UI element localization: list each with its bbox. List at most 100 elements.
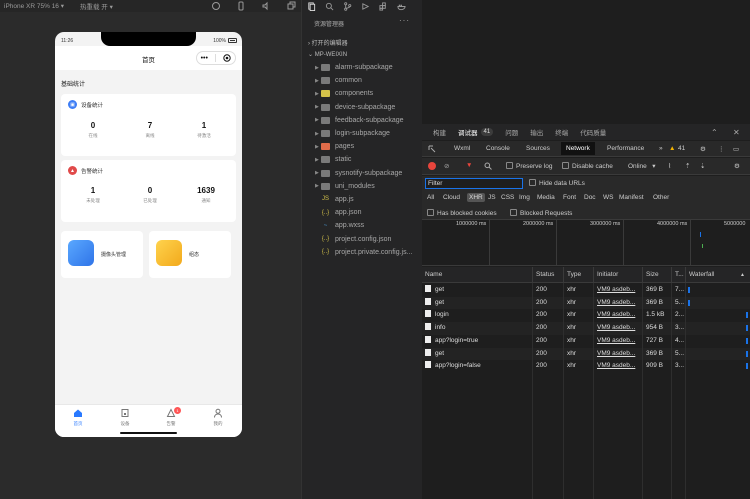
type-other[interactable]: Other bbox=[653, 194, 669, 201]
tab-build[interactable]: 构建 bbox=[433, 127, 446, 137]
open-editors-section[interactable]: › 打开的编辑器 bbox=[308, 38, 348, 47]
table-row[interactable]: app?login=false 200 xhr VM9 asdeb... 909 B 3.… bbox=[422, 360, 750, 373]
file-item[interactable]: ~ app.wxss bbox=[302, 219, 423, 232]
folder-item[interactable]: ▶ login-subpackage bbox=[302, 127, 423, 140]
table-row[interactable]: get 200 xhr VM9 asdeb... 369 B 7... bbox=[422, 284, 750, 297]
tab-console[interactable]: Console bbox=[486, 145, 510, 152]
table-row[interactable]: app?login=true 200 xhr VM9 asdeb... 727 B 4..… bbox=[422, 334, 750, 348]
col-status[interactable]: Status bbox=[533, 267, 564, 283]
type-all[interactable]: All bbox=[427, 194, 434, 201]
tab-device[interactable]: 设备 bbox=[110, 408, 140, 427]
cell-initiator[interactable]: VM9 asdeb... bbox=[594, 334, 643, 348]
has-blocked-cookies-checkbox[interactable]: Has blocked cookies bbox=[427, 209, 497, 217]
blocked-requests-checkbox[interactable]: Blocked Requests bbox=[510, 209, 572, 217]
record-icon[interactable] bbox=[211, 1, 221, 11]
folder-item[interactable]: ▶ common bbox=[302, 74, 423, 87]
tab-sources[interactable]: Sources bbox=[526, 145, 550, 152]
kebab-menu-icon[interactable]: ⋮ bbox=[718, 145, 725, 153]
camera-management-tile[interactable]: 摄像头管理 bbox=[61, 231, 143, 278]
tab-performance[interactable]: Performance bbox=[607, 145, 644, 152]
network-settings-icon[interactable]: ⚙ bbox=[734, 162, 740, 170]
search-icon[interactable] bbox=[325, 2, 334, 11]
hide-data-urls-checkbox[interactable]: Hide data URLs bbox=[529, 179, 585, 187]
tab-output[interactable]: 输出 bbox=[530, 127, 543, 137]
preserve-log-checkbox[interactable]: Preserve log bbox=[506, 162, 553, 170]
cell-initiator[interactable]: VM9 asdeb... bbox=[594, 284, 643, 297]
folder-item[interactable]: ▶ alarm-subpackage bbox=[302, 61, 423, 74]
type-img[interactable]: Img bbox=[519, 194, 530, 201]
type-manifest[interactable]: Manifest bbox=[619, 194, 644, 201]
more-icon[interactable]: ••• bbox=[201, 55, 208, 62]
tab-problems[interactable]: 问题 bbox=[505, 127, 518, 137]
files-icon[interactable] bbox=[307, 1, 316, 11]
hotreload-selector[interactable]: 热重载 开 ▾ bbox=[80, 1, 113, 11]
type-media[interactable]: Media bbox=[537, 194, 555, 201]
tab-wxml[interactable]: Wxml bbox=[454, 145, 470, 152]
cell-initiator[interactable]: VM9 asdeb... bbox=[594, 296, 643, 310]
alarm-stats-card[interactable]: ▲ 告警统计 1 未处理 0 已处理 1639 通知 bbox=[61, 160, 236, 222]
file-item[interactable]: {..} project.private.config.js... bbox=[302, 246, 423, 259]
docker-icon[interactable] bbox=[397, 2, 406, 11]
folder-item[interactable]: ▶ uni_modules bbox=[302, 180, 423, 193]
sound-icon[interactable] bbox=[261, 1, 271, 11]
table-row[interactable]: login 200 xhr VM9 asdeb... 1.5 kB 2... bbox=[422, 309, 750, 323]
type-font[interactable]: Font bbox=[563, 194, 576, 201]
file-item[interactable]: {..} app.json bbox=[302, 206, 423, 219]
col-waterfall[interactable]: Waterfall ▲ bbox=[686, 267, 750, 283]
chevron-up-icon[interactable]: ⌃ bbox=[711, 128, 718, 137]
filter-input[interactable]: Filter bbox=[425, 178, 523, 189]
disable-cache-checkbox[interactable]: Disable cache bbox=[562, 162, 613, 170]
close-icon[interactable]: ✕ bbox=[733, 128, 740, 137]
file-item[interactable]: JS app.js bbox=[302, 193, 423, 206]
inspect-icon[interactable] bbox=[428, 145, 436, 153]
folder-item[interactable]: ▶ static bbox=[302, 153, 423, 166]
capsule-menu[interactable]: ••• bbox=[196, 51, 236, 65]
cell-initiator[interactable]: VM9 asdeb... bbox=[594, 322, 643, 335]
folder-item[interactable]: ▶ pages bbox=[302, 140, 423, 153]
warning-count[interactable]: 41 bbox=[678, 145, 685, 152]
cell-initiator[interactable]: VM9 asdeb... bbox=[594, 360, 643, 373]
tab-mine[interactable]: 我的 bbox=[203, 408, 233, 427]
folder-item[interactable]: ▶ components bbox=[302, 87, 423, 100]
folder-item[interactable]: ▶ device-subpackage bbox=[302, 101, 423, 114]
search-icon[interactable] bbox=[484, 162, 492, 170]
type-js[interactable]: JS bbox=[488, 194, 496, 201]
folder-item[interactable]: ▶ feedback-subpackage bbox=[302, 114, 423, 127]
detach-icon[interactable] bbox=[286, 1, 296, 11]
type-cloud[interactable]: Cloud bbox=[443, 194, 460, 201]
network-overview-timeline[interactable]: 1000000 ms 2000000 ms 3000000 ms 4000000… bbox=[422, 220, 750, 266]
source-control-icon[interactable] bbox=[343, 1, 352, 11]
cell-initiator[interactable]: VM9 asdeb... bbox=[594, 347, 643, 361]
project-section[interactable]: ⌄ MP-WEIXIN bbox=[308, 51, 347, 58]
network-conditions-icon[interactable]: ⌇ bbox=[668, 162, 671, 170]
debug-icon[interactable] bbox=[361, 2, 370, 11]
device-selector[interactable]: iPhone XR 75% 16 ▾ bbox=[4, 2, 64, 10]
tab-terminal[interactable]: 终端 bbox=[555, 127, 568, 137]
col-initiator[interactable]: Initiator bbox=[594, 267, 643, 283]
file-item[interactable]: {..} project.config.json bbox=[302, 232, 423, 245]
record-stop-icon[interactable] bbox=[428, 162, 436, 170]
extensions-icon[interactable] bbox=[379, 1, 388, 11]
table-row[interactable]: get 200 xhr VM9 asdeb... 369 B 5... bbox=[422, 296, 750, 310]
clear-icon[interactable]: ⊘ bbox=[444, 162, 449, 170]
type-ws[interactable]: WS bbox=[603, 194, 613, 201]
tab-home[interactable]: 首页 bbox=[63, 408, 93, 427]
cell-initiator[interactable]: VM9 asdeb... bbox=[594, 309, 643, 323]
close-miniprogram-icon[interactable] bbox=[223, 54, 232, 62]
export-har-icon[interactable]: ⇣ bbox=[700, 162, 705, 170]
tab-debugger[interactable]: 调试器 bbox=[458, 127, 478, 137]
warning-icon[interactable]: ▲ bbox=[669, 145, 675, 152]
phone-icon[interactable] bbox=[236, 1, 246, 11]
type-doc[interactable]: Doc bbox=[584, 194, 596, 201]
more-tabs-icon[interactable]: » bbox=[659, 145, 663, 152]
col-type[interactable]: Type bbox=[564, 267, 594, 283]
col-size[interactable]: Size bbox=[643, 267, 672, 283]
explorer-more-icon[interactable]: ··· bbox=[399, 16, 410, 25]
tab-code-quality[interactable]: 代码质量 bbox=[580, 127, 606, 137]
tab-alarm[interactable]: 1 告警 bbox=[156, 407, 186, 427]
tab-network[interactable]: Network bbox=[561, 142, 595, 155]
device-stats-card[interactable]: ▣ 设备统计 0 在线 7 离线 1 待激活 bbox=[61, 94, 236, 156]
dock-icon[interactable]: ▭ bbox=[733, 145, 739, 153]
settings-gear-icon[interactable]: ⚙ bbox=[700, 145, 706, 153]
throttle-select[interactable]: Online ▾ bbox=[628, 162, 655, 170]
